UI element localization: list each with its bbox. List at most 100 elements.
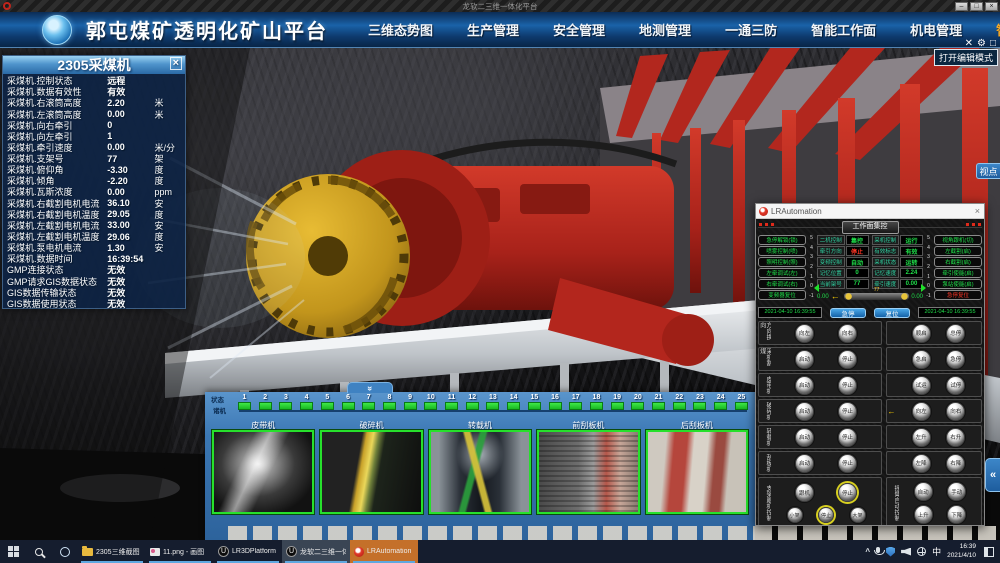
taskbar-search-button[interactable] [26,540,52,563]
taskbar-task[interactable]: 11.png - 画图 [146,540,214,563]
collapse-strip-tab[interactable]: « [347,382,393,393]
channel-cell[interactable]: 3 [276,394,295,416]
camera-video-feed[interactable] [537,430,639,514]
reset-button[interactable]: 复位 [874,308,910,318]
thumbnail-strip[interactable] [228,526,996,540]
channel-cell[interactable]: 24 [711,394,730,416]
taskbar-task[interactable]: LRAutomation [350,540,418,563]
channel-cell[interactable]: 17 [566,394,585,416]
round-control-button[interactable]: 启动 [795,402,814,421]
control-button-right[interactable]: 牵引使能(启) [934,268,982,278]
channel-cell[interactable]: 5 [318,394,337,416]
round-control-button[interactable]: 向右 [946,402,965,421]
volume-icon[interactable] [901,548,911,556]
round-control-button[interactable]: 停止 [818,507,834,523]
control-button-left[interactable]: 变频器复位 [758,290,806,300]
control-button-right[interactable]: 右截割(启) [934,257,982,267]
round-control-button[interactable]: 顺启 [912,324,931,343]
channel-cell[interactable]: 13 [483,394,502,416]
ime-indicator[interactable]: 中 [932,545,941,558]
start-button[interactable] [0,540,26,563]
channel-cell[interactable]: 11 [442,394,461,416]
nav-menu-item[interactable]: 三维态势图 [368,20,433,39]
nav-menu-item[interactable]: 一通三防 [725,20,777,39]
camera-video-feed[interactable] [212,430,314,514]
control-button-left[interactable]: 右牵调试(右) [758,279,806,289]
round-control-button[interactable]: 停止 [838,483,857,502]
maximize-button[interactable]: □ [970,2,983,11]
open-edit-mode-button[interactable]: 打开编辑模式 [934,49,998,66]
round-control-button[interactable]: 停止 [838,428,857,447]
tray-expand-icon[interactable]: ^ [865,547,870,556]
viewpoint-tab[interactable]: 视点 [976,163,1000,179]
round-control-button[interactable]: 左升 [912,428,931,447]
round-control-button[interactable]: 启动 [795,376,814,395]
round-control-button[interactable]: 右降 [946,454,965,473]
channel-cell[interactable]: 25 [732,394,751,416]
camera-video-feed[interactable] [320,430,422,514]
control-button-right[interactable]: 视角跟机(切) [934,235,982,245]
control-button-right[interactable]: 泵站使能(启) [934,279,982,289]
camera-video-feed[interactable] [646,430,748,514]
channel-cell[interactable]: 23 [690,394,709,416]
channel-cell[interactable]: 18 [587,394,606,416]
round-control-button[interactable]: 启动 [795,454,814,473]
round-control-button[interactable]: 手动 [947,482,966,501]
channel-cell[interactable]: 20 [628,394,647,416]
nav-menu-item[interactable]: 安全管理 [553,20,605,39]
channel-cell[interactable]: 10 [421,394,440,416]
round-control-button[interactable]: 试运 [912,376,931,395]
estop-button[interactable]: 急停 [830,308,866,318]
channel-cell[interactable]: 15 [525,394,544,416]
channel-cell[interactable]: 6 [339,394,358,416]
round-control-button[interactable]: 下降 [947,505,966,524]
control-button-left[interactable]: 喷雾控制(喷) [758,246,806,256]
taskbar-task[interactable]: 龙软二三维一体化... [282,540,350,563]
round-control-button[interactable]: 上升 [914,505,933,524]
tools-icon[interactable]: ✕ [965,38,973,49]
round-control-button[interactable]: 急停 [946,350,965,369]
round-control-button[interactable]: 左降 [912,454,931,473]
notification-center-icon[interactable] [984,547,994,557]
nav-menu-item[interactable]: 智能工作面 [811,20,876,39]
channel-cell[interactable]: 8 [380,394,399,416]
round-control-button[interactable]: 试停 [946,376,965,395]
round-control-button[interactable]: 向左 [912,402,931,421]
close-button[interactable]: × [985,2,998,11]
round-control-button[interactable]: 大架 [850,507,866,523]
round-control-button[interactable]: 向右 [838,324,857,343]
round-control-button[interactable]: 停止 [838,350,857,369]
channel-cell[interactable]: 16 [546,394,565,416]
microphone-icon[interactable] [876,547,880,553]
channel-cell[interactable]: 22 [670,394,689,416]
taskbar-task[interactable]: LR3DPlatform - U... [214,540,282,563]
channel-cell[interactable]: 2 [256,394,275,416]
round-control-button[interactable]: 停止 [838,376,857,395]
round-control-button[interactable]: 向左 [795,324,814,343]
control-button-left[interactable]: 左牵调试(左) [758,268,806,278]
nav-menu-item[interactable]: 智能管控 [996,20,1000,39]
control-button-right[interactable]: 左截割(启) [934,246,982,256]
round-control-button[interactable]: 小架 [787,507,803,523]
round-control-button[interactable]: 右升 [946,428,965,447]
round-control-button[interactable]: 停止 [838,454,857,473]
round-control-button[interactable]: 跟机 [795,483,814,502]
taskbar-task[interactable]: 2305三维截图 [78,540,146,563]
lrautomation-close-icon[interactable]: × [975,206,980,216]
panel-close-icon[interactable]: × [170,57,182,70]
round-control-button[interactable]: 自动 [914,482,933,501]
round-control-button[interactable]: 停止 [838,402,857,421]
camera-video-feed[interactable] [429,430,531,514]
channel-cell[interactable]: 7 [359,394,378,416]
taskbar-clock[interactable]: 16:39 2021/4/10 [947,543,976,561]
workface-control-tab[interactable]: 工作面集控 [842,221,899,234]
channel-cell[interactable]: 14 [504,394,523,416]
collapse-panel-button[interactable]: « [985,458,1000,492]
channel-cell[interactable]: 19 [608,394,627,416]
control-button-left[interactable]: 急停解锁(锁) [758,235,806,245]
round-control-button[interactable]: 启动 [795,428,814,447]
nav-menu-item[interactable]: 地测管理 [639,20,691,39]
gear-icon[interactable]: ⚙ [977,38,986,49]
security-shield-icon[interactable] [886,547,895,557]
round-control-button[interactable]: 急启 [912,350,931,369]
